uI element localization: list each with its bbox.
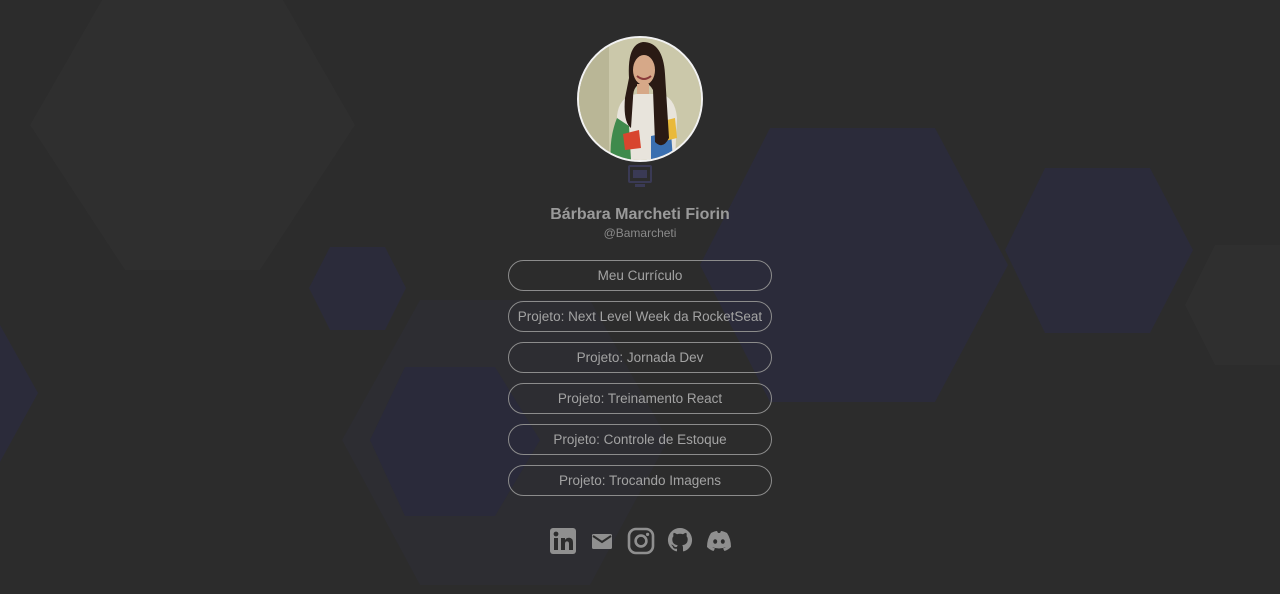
email-icon[interactable] <box>589 528 615 554</box>
github-icon[interactable] <box>667 527 693 555</box>
link-nlw-rocketseat[interactable]: Projeto: Next Level Week da RocketSeat <box>508 301 772 332</box>
instagram-icon[interactable] <box>627 527 655 555</box>
link-treinamento-react[interactable]: Projeto: Treinamento React <box>508 383 772 414</box>
social-icons <box>549 527 745 555</box>
profile-avatar <box>577 36 703 162</box>
link-curriculo[interactable]: Meu Currículo <box>508 260 772 291</box>
link-controle-estoque[interactable]: Projeto: Controle de Estoque <box>508 424 772 455</box>
links-list: Meu Currículo Projeto: Next Level Week d… <box>508 260 772 506</box>
profile-name: Bárbara Marcheti Fiorin <box>550 206 730 223</box>
profile-page: Bárbara Marcheti Fiorin @Bamarcheti Meu … <box>0 0 1280 594</box>
link-jornada-dev[interactable]: Projeto: Jornada Dev <box>508 342 772 373</box>
linkedin-icon[interactable] <box>549 527 577 555</box>
link-trocando-imagens[interactable]: Projeto: Trocando Imagens <box>508 465 772 496</box>
discord-icon[interactable] <box>705 528 733 554</box>
monitor-icon <box>628 165 652 187</box>
profile-handle: @Bamarcheti <box>603 226 677 240</box>
